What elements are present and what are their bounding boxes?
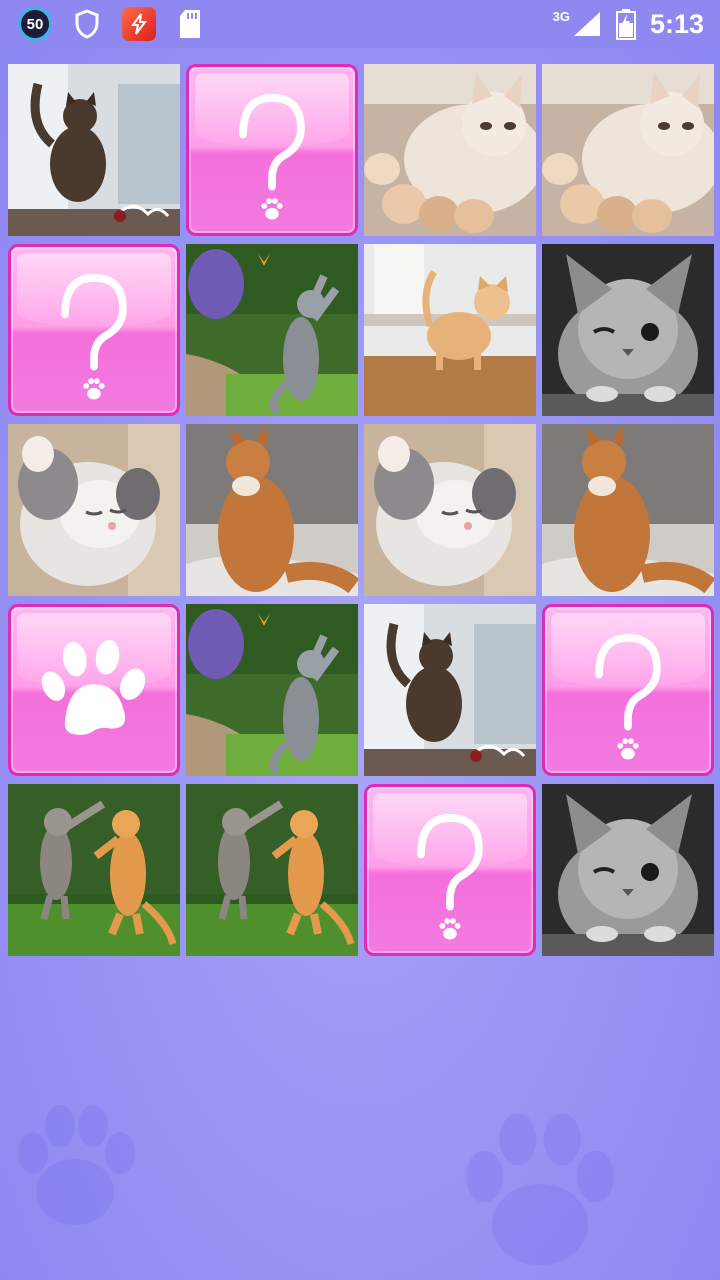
card-revealed-two-cats-boxing[interactable] xyxy=(8,784,180,956)
winking-kitten-bw-image xyxy=(542,244,714,416)
cat-catching-butterfly-image xyxy=(186,244,358,416)
question-mark-icon xyxy=(239,94,305,220)
card-revealed-orange-cat-standing[interactable] xyxy=(542,424,714,596)
two-cats-boxing-image xyxy=(8,784,180,956)
orange-cat-standing-image xyxy=(186,424,358,596)
card-revealed-kitten-jumping-splash[interactable] xyxy=(8,64,180,236)
card-revealed-orange-cat-standing[interactable] xyxy=(186,424,358,596)
card-revealed-winking-kitten-bw[interactable] xyxy=(542,244,714,416)
card-revealed-cat-catching-butterfly[interactable] xyxy=(186,244,358,416)
question-mark-icon xyxy=(595,634,661,760)
card-revealed-fluffy-kitten-sleeping[interactable] xyxy=(8,424,180,596)
status-bar: 50 3G 5:13 xyxy=(0,0,720,48)
question-mark-icon xyxy=(417,814,483,940)
clock: 5:13 xyxy=(649,8,704,39)
card-hidden[interactable] xyxy=(186,64,358,236)
fluffy-kitten-sleeping-image xyxy=(8,424,180,596)
card-hidden[interactable] xyxy=(364,784,536,956)
card-revealed-winking-kitten-bw[interactable] xyxy=(542,784,714,956)
sd-card-icon xyxy=(180,10,200,38)
question-mark-icon xyxy=(61,274,127,400)
card-back xyxy=(542,604,714,776)
card-hidden[interactable] xyxy=(542,604,714,776)
background-paw-icon xyxy=(18,1105,135,1225)
card-back xyxy=(186,64,358,236)
card-revealed-fluffy-kitten-sleeping[interactable] xyxy=(364,424,536,596)
cat-nursing-kittens-image xyxy=(364,64,536,236)
orange-cat-standing-image xyxy=(542,424,714,596)
kitten-jumping-splash-image xyxy=(364,604,536,776)
notification-count: 50 xyxy=(26,15,44,33)
orange-cat-looking-up-image xyxy=(364,244,536,416)
card-revealed-cat-catching-butterfly[interactable] xyxy=(186,604,358,776)
card-hidden[interactable] xyxy=(8,244,180,416)
winking-kitten-bw-image xyxy=(542,784,714,956)
notification-count-icon: 50 xyxy=(18,7,52,41)
card-revealed-cat-nursing-kittens[interactable] xyxy=(542,64,714,236)
background-paw-icon xyxy=(466,1113,614,1266)
signal-icon xyxy=(573,12,600,36)
cat-nursing-kittens-image xyxy=(542,64,714,236)
paw-icon xyxy=(41,639,146,735)
flash-app-icon xyxy=(122,7,156,41)
card-revealed-cat-nursing-kittens[interactable] xyxy=(364,64,536,236)
two-cats-boxing-image xyxy=(186,784,358,956)
fluffy-kitten-sleeping-image xyxy=(364,424,536,596)
card-back xyxy=(364,784,536,956)
card-revealed-kitten-jumping-splash[interactable] xyxy=(364,604,536,776)
kitten-jumping-splash-image xyxy=(8,64,180,236)
battery-icon xyxy=(615,9,636,40)
cat-catching-butterfly-image xyxy=(186,604,358,776)
card-back xyxy=(8,604,180,776)
memory-game-board xyxy=(8,64,714,956)
card-revealed-two-cats-boxing[interactable] xyxy=(186,784,358,956)
card-revealed-orange-cat-looking-up[interactable] xyxy=(364,244,536,416)
card-back xyxy=(8,244,180,416)
network-type: 3G xyxy=(552,8,570,24)
card-selected[interactable] xyxy=(8,604,180,776)
shield-icon xyxy=(75,9,99,39)
